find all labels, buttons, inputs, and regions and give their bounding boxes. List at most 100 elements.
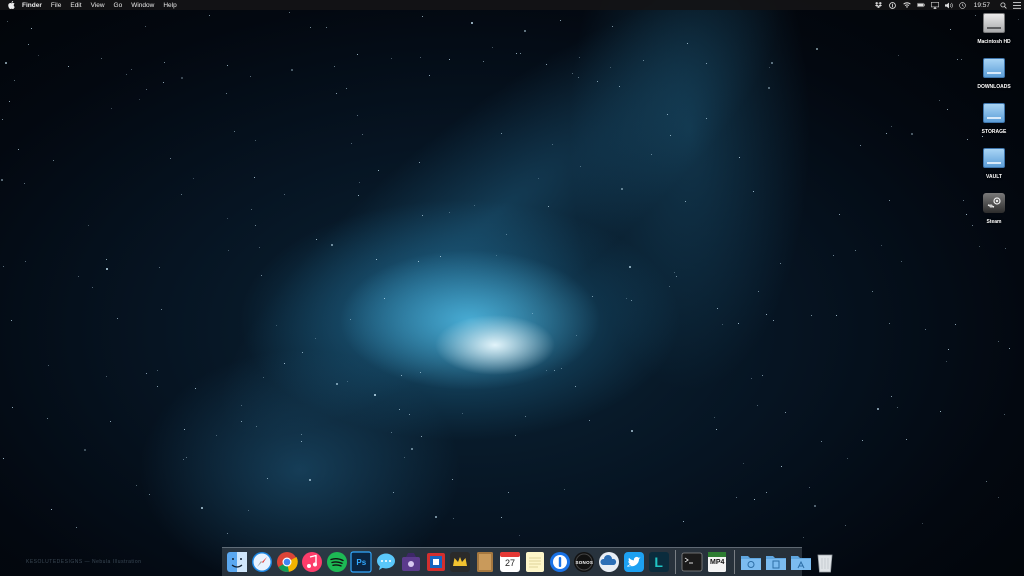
star — [7, 21, 8, 22]
star — [126, 74, 127, 75]
star — [291, 69, 293, 71]
menu-edit[interactable]: Edit — [70, 2, 81, 9]
star — [532, 313, 533, 314]
star — [88, 225, 89, 226]
star — [881, 245, 882, 246]
star — [301, 434, 302, 435]
star — [161, 309, 162, 310]
desktop-wallpaper — [0, 0, 1024, 576]
cloud-camera-icon — [599, 552, 620, 572]
dock-itunes[interactable] — [301, 551, 323, 573]
star — [241, 421, 242, 422]
star — [289, 12, 290, 13]
star — [462, 413, 463, 414]
notifications-icon[interactable] — [1013, 1, 1021, 9]
dock-onepassword[interactable] — [549, 551, 571, 573]
star — [757, 405, 758, 406]
dock-notefile[interactable] — [474, 551, 496, 573]
star — [216, 435, 217, 436]
desktop-icon-vault[interactable]: VAULT — [970, 147, 1018, 192]
dock-l-app[interactable]: L — [648, 551, 670, 573]
star — [957, 59, 958, 60]
dock-mp4-tools[interactable]: MP4 — [706, 551, 728, 573]
menubar-clock[interactable]: 19:57 — [974, 2, 990, 9]
dock-calendar[interactable]: 27 — [499, 551, 521, 573]
star — [785, 412, 786, 413]
dock-applications-folder[interactable] — [790, 551, 812, 573]
alfred-icon — [401, 553, 420, 571]
dock-photoshop[interactable]: Ps — [350, 551, 372, 573]
dock-finder[interactable] — [226, 551, 248, 573]
star — [474, 205, 475, 206]
star — [955, 324, 956, 325]
onepassword-icon[interactable] — [889, 1, 897, 9]
star — [411, 448, 413, 450]
dock-parallels[interactable] — [425, 551, 447, 573]
menu-window[interactable]: Window — [131, 2, 154, 9]
star — [592, 296, 593, 297]
sonos-label: SONOS — [575, 559, 594, 565]
dropbox-icon[interactable] — [875, 2, 883, 9]
dock-chrome[interactable] — [276, 551, 298, 573]
l-app-label: L — [654, 554, 663, 570]
star — [670, 135, 671, 136]
spotlight-search-icon[interactable] — [999, 1, 1007, 9]
star — [346, 88, 347, 89]
star — [234, 131, 235, 132]
star — [814, 505, 816, 507]
dock-screenshot-app[interactable] — [598, 551, 620, 573]
menu-help[interactable]: Help — [163, 2, 176, 9]
dock-downloads-folder[interactable] — [740, 551, 762, 573]
wifi-icon[interactable] — [902, 2, 911, 9]
time-machine-icon[interactable] — [959, 1, 967, 9]
airplay-icon[interactable] — [930, 1, 939, 9]
dock-notes[interactable] — [524, 551, 546, 573]
apple-menu-icon[interactable] — [8, 1, 15, 9]
star — [515, 435, 516, 436]
star — [519, 535, 520, 536]
battery-icon[interactable] — [916, 2, 925, 9]
star — [84, 449, 86, 451]
star — [110, 421, 111, 422]
volume-icon[interactable] — [944, 2, 953, 9]
desktop-icon-steam[interactable]: Steam — [970, 192, 1018, 237]
star — [816, 48, 818, 50]
star — [209, 15, 210, 16]
dock-twitter[interactable] — [623, 551, 645, 573]
star — [667, 114, 668, 115]
star — [610, 67, 611, 68]
star — [139, 99, 140, 100]
star — [181, 77, 183, 79]
star — [501, 517, 502, 518]
dock-trash[interactable] — [814, 551, 836, 573]
desktop-icon-storage[interactable]: STORAGE — [970, 102, 1018, 147]
star — [901, 261, 902, 262]
star — [310, 27, 311, 28]
star — [986, 481, 987, 482]
desktop-icon-macintosh-hd[interactable]: Macintosh HD — [970, 12, 1018, 57]
dock-documents-folder[interactable] — [765, 551, 787, 573]
menu-finder[interactable]: Finder — [22, 2, 42, 9]
star — [9, 101, 10, 102]
star — [326, 27, 327, 28]
star — [706, 63, 707, 64]
dock-terminal[interactable] — [681, 551, 703, 573]
star — [267, 478, 268, 479]
menu-file[interactable]: File — [51, 2, 61, 9]
dock-safari[interactable] — [251, 551, 273, 573]
star — [576, 335, 577, 336]
menu-go[interactable]: Go — [114, 2, 123, 9]
desktop-icon-downloads[interactable]: DOWNLOADS — [970, 57, 1018, 102]
star — [11, 320, 12, 321]
star — [359, 182, 360, 183]
dock-crown-app[interactable] — [449, 551, 471, 573]
dock-messages[interactable] — [375, 551, 397, 573]
dock-sonos[interactable]: SONOS — [573, 551, 595, 573]
star — [452, 479, 453, 480]
dock-alfred[interactable] — [400, 551, 422, 573]
star — [336, 93, 337, 94]
star — [255, 225, 256, 226]
menu-view[interactable]: View — [91, 2, 105, 9]
dock-spotify[interactable] — [326, 551, 348, 573]
star — [963, 200, 964, 201]
